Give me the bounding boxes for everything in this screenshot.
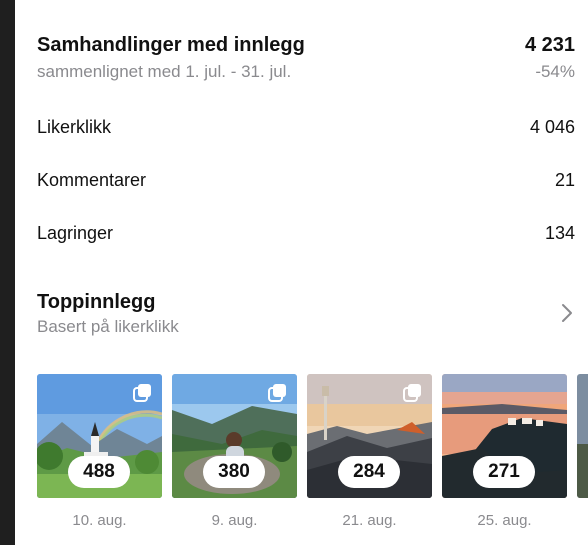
window-edge [0,0,15,545]
carousel-icon [268,384,286,402]
post-date: 25. aug. [477,512,532,529]
metric-value: 134 [544,223,575,243]
top-post-4[interactable]: 271 [442,374,567,498]
like-count-badge: 284 [338,456,400,488]
like-count-badge: 488 [68,456,130,488]
metric-value: 21 [554,170,575,190]
like-count-badge: 380 [203,456,265,488]
insights-panel: Samhandlinger med innlegg 4 231 sammenli… [15,0,588,545]
top-posts-title: Toppinnlegg [37,291,156,313]
chevron-right-icon[interactable] [559,302,575,324]
metric-label: Lagringer [37,223,114,243]
top-post-5-partial[interactable] [577,374,588,498]
carousel-icon [133,384,151,402]
post-date: 21. aug. [342,512,397,529]
metric-label: Likerklikk [37,117,112,137]
change-percent: -54% [535,62,575,81]
top-post-1[interactable]: 488 [37,374,162,498]
metric-row-likes: Likerklikk 4 046 [37,117,575,138]
metric-label: Kommentarer [37,170,147,190]
top-post-2[interactable]: 380 [172,374,297,498]
top-posts-header[interactable]: Toppinnlegg Basert på likerklikk [37,291,575,337]
post-date: 10. aug. [72,512,127,529]
metric-value: 4 046 [529,117,575,137]
interactions-total: 4 231 [524,34,575,56]
metric-row-comments: Kommentarer 21 [37,170,575,191]
top-post-3[interactable]: 284 [307,374,432,498]
comparison-text: sammenlignet med 1. jul. - 31. jul. [37,62,292,81]
interactions-header: Samhandlinger med innlegg 4 231 [37,34,575,57]
carousel-icon [403,384,421,402]
metric-row-saves: Lagringer 134 [37,223,575,244]
top-posts-strip: 488 380 284 271 [37,374,588,500]
comparison-row: sammenlignet med 1. jul. - 31. jul. -54% [37,62,575,82]
interactions-title: Samhandlinger med innlegg [37,34,305,56]
like-count-badge: 271 [473,456,535,488]
post-date: 9. aug. [211,512,258,529]
post-image [577,374,588,498]
top-posts-subtitle: Basert på likerklikk [37,317,179,336]
